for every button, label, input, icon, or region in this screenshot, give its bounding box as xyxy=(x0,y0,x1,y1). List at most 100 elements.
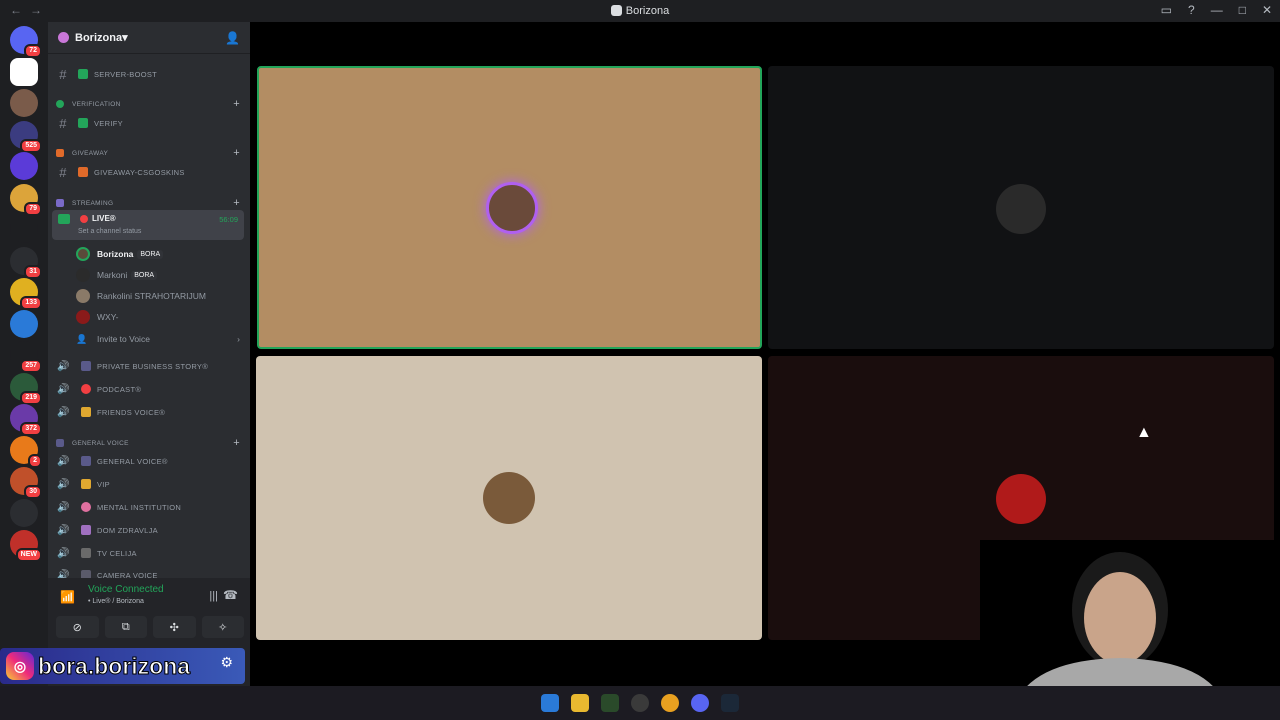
gift-icon xyxy=(78,167,88,177)
category-general-voice[interactable]: GENERAL VOICE + xyxy=(56,436,240,450)
category-streaming[interactable]: STREAMING + xyxy=(56,196,240,210)
voice-member[interactable]: WXY- xyxy=(76,307,240,327)
voice-channel[interactable]: 🔊 DOM ZDRAVLJA xyxy=(54,520,244,540)
channel-status[interactable]: Set a channel status xyxy=(78,228,141,235)
disconnect-icon[interactable]: ☎ xyxy=(223,588,238,602)
server-green-icon[interactable]: 219 xyxy=(10,372,42,405)
voice-channel-live[interactable]: LIVE® 56:09 Set a channel status xyxy=(52,210,244,240)
file-explorer-icon[interactable] xyxy=(571,694,589,712)
channel-label: LIVE® xyxy=(92,214,116,223)
speaker-icon: 🔊 xyxy=(57,502,70,513)
invite-to-voice[interactable]: 👤 Invite to Voice › xyxy=(76,329,240,349)
channel-verify[interactable]: # VERIFY xyxy=(54,113,244,133)
server-fire-icon[interactable] xyxy=(10,152,38,180)
video-tile[interactable] xyxy=(257,66,762,349)
taskbar xyxy=(0,686,1280,720)
chevron-down-icon: ▾ xyxy=(122,32,128,44)
server-beast-icon[interactable] xyxy=(10,89,38,117)
voice-channel[interactable]: 🔊 PRIVATE BUSINESS STORY® xyxy=(54,356,244,376)
voice-actions: ⊘ ⧉ ✣ ✧ xyxy=(56,616,244,638)
voice-channel[interactable]: 🔊 GENERAL VOICE® xyxy=(54,451,244,471)
add-user-icon[interactable]: 👤 xyxy=(225,31,240,45)
category-giveaway[interactable]: GIVEAWAY + xyxy=(56,146,240,160)
notification-badge: 372 xyxy=(20,422,42,436)
server-purple-icon[interactable]: 372 xyxy=(10,404,42,436)
server-geet-icon[interactable]: 525 xyxy=(10,120,42,153)
screen-share-button[interactable]: ⧉ xyxy=(104,616,147,638)
screen-share-icon: ⧉ xyxy=(121,620,130,633)
voice-channel[interactable]: 🔊 TV CELIJA xyxy=(54,543,244,563)
channel-giveaway-csgoskins[interactable]: # GIVEAWAY-CSGOSKINS xyxy=(54,162,244,182)
chrome-alt-icon[interactable] xyxy=(631,694,649,712)
jail-icon xyxy=(81,548,91,558)
camera-off-button[interactable]: ⊘ xyxy=(56,616,99,638)
notification-badge: 2 xyxy=(28,453,42,468)
guild-header[interactable]: Borizona ▾ 👤 xyxy=(48,22,250,54)
hash-icon: # xyxy=(59,164,67,180)
category-verification[interactable]: VERIFICATION + xyxy=(56,97,240,111)
voice-channel[interactable]: 🔊 PODCAST® xyxy=(54,379,244,399)
channel-server-boost[interactable]: # SERVER-BOOST xyxy=(54,64,244,84)
server-star-icon[interactable]: 31 xyxy=(10,246,42,279)
instagram-handle: bora.borizona xyxy=(37,652,191,679)
server-blue-icon[interactable] xyxy=(10,309,38,338)
speaker-icon: 🔊 xyxy=(57,407,70,418)
xbox-icon[interactable] xyxy=(601,694,619,712)
voice-member[interactable]: Rankolini STRAHOTARIJUM xyxy=(76,286,240,306)
server-z-icon[interactable]: 79 xyxy=(10,183,42,216)
voice-channel[interactable]: 🔊 MENTAL INSTITUTION xyxy=(54,497,244,517)
chrome-icon[interactable] xyxy=(661,694,679,712)
speaker-icon: 🔊 xyxy=(57,456,70,467)
activities-button[interactable]: ✣ xyxy=(153,616,196,638)
add-channel-icon[interactable]: + xyxy=(233,197,240,209)
server-icon xyxy=(610,5,622,16)
mouse-cursor: ▲ xyxy=(1136,424,1152,441)
role-tag: BORA xyxy=(137,249,164,259)
server-orange-icon[interactable]: 2 xyxy=(10,435,42,468)
voice-channel[interactable]: 🔊 FRIENDS VOICE® xyxy=(54,402,244,422)
steam-icon[interactable] xyxy=(721,694,739,712)
server-list: 72 525 79 31 133 257 219 372 2 30 NEW xyxy=(0,22,48,686)
add-channel-icon[interactable]: + xyxy=(233,98,240,110)
noise-suppression-icon[interactable]: ||| xyxy=(209,590,218,602)
call-timer: 56:09 xyxy=(219,215,238,224)
help-icon[interactable]: ? xyxy=(1188,3,1195,17)
notification-badge: 31 xyxy=(24,264,42,279)
server-book-icon[interactable]: 257 xyxy=(10,341,42,373)
minimize-icon[interactable]: — xyxy=(1211,3,1223,17)
signal-icon[interactable]: 📶 xyxy=(60,590,75,604)
voice-channel[interactable]: 🔊 VIP xyxy=(54,474,244,494)
flex-icon xyxy=(81,407,91,417)
server-csgoskins-icon[interactable] xyxy=(10,498,38,527)
add-channel-icon[interactable]: + xyxy=(233,437,240,449)
add-channel-icon[interactable]: + xyxy=(233,147,240,159)
windows-start-icon[interactable] xyxy=(541,694,559,712)
voice-channel-path[interactable]: • Live® / Borizona xyxy=(88,598,144,605)
speaker-icon: 🔊 xyxy=(57,548,70,559)
speaker-icon xyxy=(56,439,64,447)
video-tile[interactable] xyxy=(256,356,762,640)
voice-connected-label[interactable]: Voice Connected xyxy=(88,584,164,595)
notification-badge: 219 xyxy=(20,390,42,405)
gear-icon[interactable]: ⚙ xyxy=(220,654,233,671)
discord-home-icon[interactable]: 72 xyxy=(10,26,42,58)
borizona-icon[interactable] xyxy=(10,57,38,86)
voice-member[interactable]: Markoni BORA xyxy=(76,265,240,285)
server-new-icon[interactable]: NEW xyxy=(10,530,42,562)
soundboard-button[interactable]: ✧ xyxy=(201,616,244,638)
maximize-icon[interactable]: □ xyxy=(1239,3,1246,17)
voice-member[interactable]: Borizona BORA xyxy=(76,244,240,264)
close-icon[interactable]: ✕ xyxy=(1262,3,1272,17)
check-icon xyxy=(78,69,88,79)
live-dot-icon xyxy=(81,384,91,394)
server-xx-icon[interactable] xyxy=(10,215,38,243)
instagram-overlay: ◎ bora.borizona ⚙ xyxy=(0,648,245,684)
gift-icon xyxy=(56,149,64,157)
inbox-icon[interactable]: ▭ xyxy=(1161,3,1172,17)
video-tile[interactable] xyxy=(768,66,1274,349)
title-bar: ← → Borizona ▭ ? — □ ✕ xyxy=(0,0,1280,22)
discord-icon[interactable] xyxy=(691,694,709,712)
guild-name: Borizona xyxy=(75,31,123,44)
server-face-icon[interactable]: 30 xyxy=(10,467,42,499)
server-y-icon[interactable]: 133 xyxy=(10,278,42,310)
